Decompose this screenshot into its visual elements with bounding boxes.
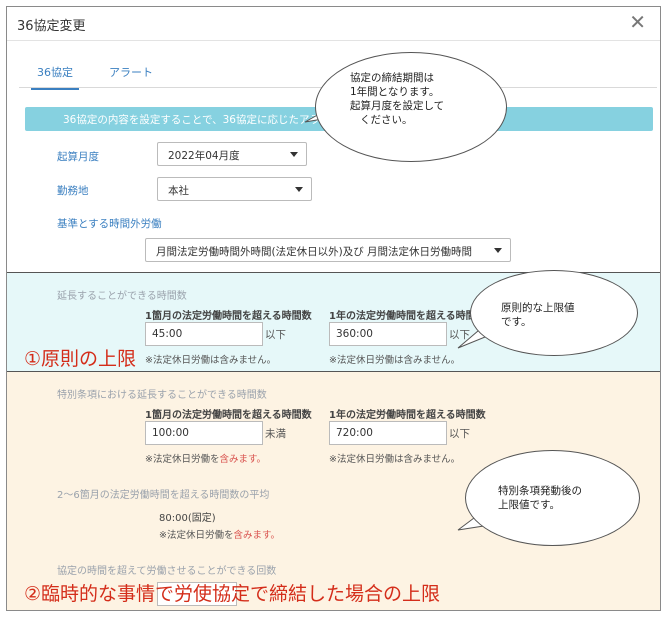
callout-period-line2: 1年間となります。 — [350, 86, 440, 98]
callout-special: 特別条項発動後の 上限値です。 — [465, 450, 640, 546]
callout-period-line1: 協定の締結期間は — [350, 72, 434, 84]
callout-principle-line1: 原則的な上限値 — [501, 302, 575, 314]
callout-period-line4: ください。 — [360, 114, 413, 126]
callout-special-line2: 上限値です。 — [498, 499, 560, 511]
callout-special-line1: 特別条項発動後の — [498, 485, 582, 497]
callout-period-line3: 起算月度を設定して — [350, 100, 445, 112]
callout-principle-line2: です。 — [501, 316, 532, 328]
callout-principle: 原則的な上限値 です。 — [470, 270, 638, 356]
callout-period: 協定の締結期間は 1年間となります。 起算月度を設定して ください。 — [315, 52, 507, 162]
